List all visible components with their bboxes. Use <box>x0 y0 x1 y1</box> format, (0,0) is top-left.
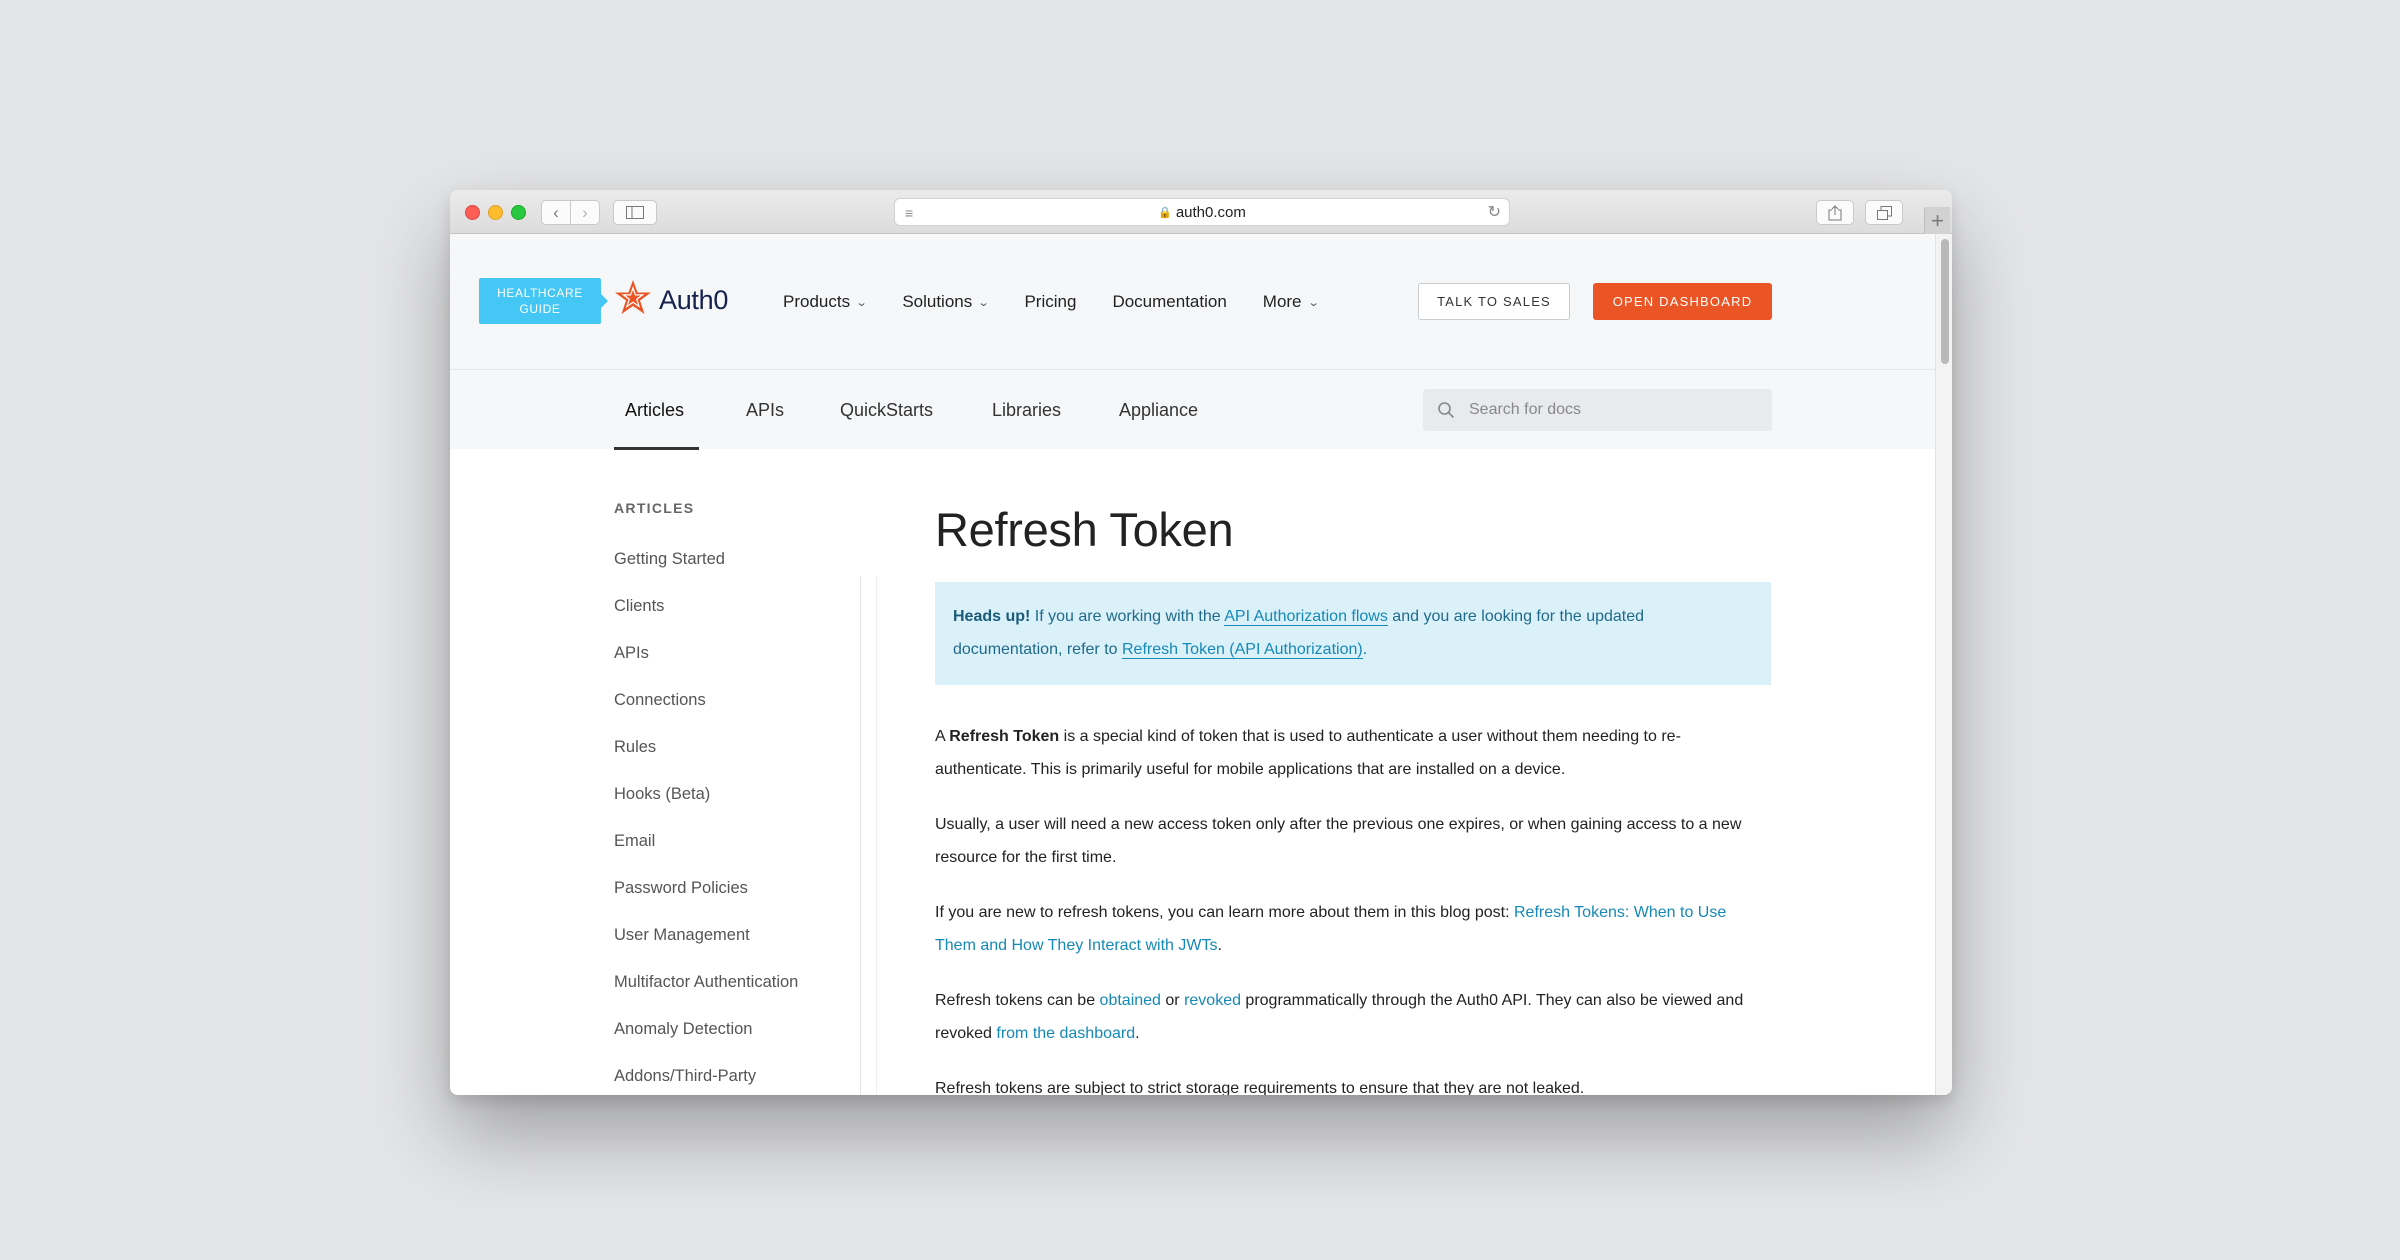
search-icon <box>1438 402 1455 419</box>
badge-line-1: HEALTHCARE <box>497 286 583 300</box>
active-tab-indicator <box>614 447 699 450</box>
chevron-left-icon: ‹ <box>553 202 559 222</box>
nav-products-label: Products <box>783 292 851 311</box>
nav-solutions[interactable]: Solutions ⌄ <box>902 292 990 312</box>
tab-libraries[interactable]: Libraries <box>992 370 1061 450</box>
lock-icon: 🔒 <box>1158 206 1172 219</box>
p1-bold: Refresh Token <box>949 728 1060 745</box>
nav-pricing[interactable]: Pricing <box>1024 292 1076 312</box>
chevron-right-icon: › <box>582 202 588 222</box>
browser-window: ‹ › ≡ 🔒 auth0.com ↻ + HEALTHCARE GUIDE A… <box>450 190 1952 1095</box>
minimize-window-button[interactable] <box>488 205 503 220</box>
revoked-link[interactable]: revoked <box>1184 992 1241 1009</box>
obtained-link[interactable]: obtained <box>1100 992 1161 1009</box>
reload-icon[interactable]: ↻ <box>1488 202 1501 222</box>
sidebar-divider <box>860 576 861 1095</box>
new-tab-button[interactable]: + <box>1924 207 1950 234</box>
badge-arrow <box>601 294 608 308</box>
sidebar-item-anomaly-detection[interactable]: Anomaly Detection <box>614 1006 798 1053</box>
browser-titlebar: ‹ › ≡ 🔒 auth0.com ↻ + <box>450 190 1952 234</box>
badge-line-2: GUIDE <box>519 302 561 316</box>
from-the-dashboard-link[interactable]: from the dashboard <box>996 1025 1135 1042</box>
tab-appliance[interactable]: Appliance <box>1119 370 1198 450</box>
docs-search-input[interactable]: Search for docs <box>1423 389 1772 431</box>
sidebar-item-getting-started[interactable]: Getting Started <box>614 536 798 583</box>
share-icon <box>1828 204 1842 220</box>
nav-more[interactable]: More ⌄ <box>1262 292 1320 312</box>
auth0-logo[interactable]: Auth0 <box>613 278 728 322</box>
open-dashboard-button[interactable]: OPEN DASHBOARD <box>1593 283 1772 320</box>
top-navigation: Products ⌄ Solutions ⌄ Pricing Documenta… <box>783 292 1354 312</box>
page-title: Refresh Token <box>935 503 1234 556</box>
maximize-window-button[interactable] <box>511 205 526 220</box>
paragraph-2: Usually, a user will need a new access t… <box>935 816 1742 866</box>
p4-text-4: . <box>1135 1024 1140 1042</box>
refresh-token-api-authorization-link[interactable]: Refresh Token (API Authorization) <box>1121 640 1363 659</box>
paragraph-1: A Refresh Token is a special kind of tok… <box>935 721 1771 786</box>
heads-up-notice: Heads up! If you are working with the AP… <box>935 582 1771 685</box>
sidebar-item-multifactor-authentication[interactable]: Multifactor Authentication <box>614 959 798 1006</box>
address-bar[interactable]: ≡ 🔒 auth0.com ↻ <box>894 198 1510 226</box>
nav-products[interactable]: Products ⌄ <box>783 292 868 312</box>
site-header: HEALTHCARE GUIDE Auth0 Products ⌄ Solutio… <box>450 234 1935 369</box>
url-text: auth0.com <box>1175 203 1246 221</box>
sidebar-item-email[interactable]: Email <box>614 818 798 865</box>
nav-solutions-label: Solutions <box>902 292 973 311</box>
sidebar-nav: Getting Started Clients APIs Connections… <box>614 536 798 1095</box>
talk-to-sales-button[interactable]: TALK TO SALES <box>1418 283 1570 320</box>
sidebar-divider-secondary <box>876 576 877 1095</box>
sidebar-item-hooks[interactable]: Hooks (Beta) <box>614 771 798 818</box>
auth0-shield-icon <box>615 280 651 314</box>
docs-subnav: Articles APIs QuickStarts Libraries Appl… <box>450 369 1935 450</box>
paragraph-4: Refresh tokens can be obtained or revoke… <box>935 985 1771 1050</box>
chevron-down-icon: ⌄ <box>855 296 868 309</box>
p4-text-2: or <box>1160 992 1185 1009</box>
sidebar-title: ARTICLES <box>614 500 695 516</box>
page-viewport: HEALTHCARE GUIDE Auth0 Products ⌄ Solutio… <box>450 234 1935 1095</box>
back-button[interactable]: ‹ <box>541 200 571 225</box>
sidebar-toggle-button[interactable] <box>613 200 657 225</box>
notice-text-1: If you are working with the <box>1030 608 1225 625</box>
show-tabs-button[interactable] <box>1865 200 1903 225</box>
logo-text: Auth0 <box>659 284 729 315</box>
search-placeholder: Search for docs <box>1469 401 1582 418</box>
share-button[interactable] <box>1816 200 1854 225</box>
p1-text-1: A <box>935 728 950 745</box>
p3-text-1: If you are new to refresh tokens, you ca… <box>935 904 1514 921</box>
nav-documentation-label: Documentation <box>1112 292 1227 311</box>
nav-pricing-label: Pricing <box>1024 292 1077 311</box>
tab-articles[interactable]: Articles <box>625 370 684 450</box>
nav-documentation[interactable]: Documentation <box>1112 292 1226 312</box>
paragraph-5: Refresh tokens are subject to strict sto… <box>935 1080 1585 1095</box>
sidebar-item-clients[interactable]: Clients <box>614 583 798 630</box>
chevron-down-icon: ⌄ <box>977 296 990 309</box>
api-authorization-flows-link[interactable]: API Authorization flows <box>1224 608 1388 626</box>
notice-text-3: . <box>1362 640 1368 658</box>
close-window-button[interactable] <box>465 205 480 220</box>
sidebar-icon <box>626 206 644 219</box>
sidebar-item-connections[interactable]: Connections <box>614 677 798 724</box>
forward-button[interactable]: › <box>570 200 600 225</box>
p3-text-2: . <box>1217 936 1222 954</box>
sidebar-item-rules[interactable]: Rules <box>614 724 798 771</box>
page-scrollbar[interactable] <box>1935 234 1952 1095</box>
sidebar-item-apis[interactable]: APIs <box>614 630 798 677</box>
sidebar-item-addons[interactable]: Addons/Third-Party <box>614 1053 798 1095</box>
plus-icon: + <box>1931 207 1944 233</box>
notice-heads-up: Heads up! <box>953 608 1031 625</box>
sidebar-item-user-management[interactable]: User Management <box>614 912 798 959</box>
scrollbar-thumb[interactable] <box>1941 239 1949 364</box>
article-content: Refresh Token Heads up! If you are worki… <box>935 502 1771 1095</box>
tab-apis[interactable]: APIs <box>746 370 784 450</box>
sidebar-item-password-policies[interactable]: Password Policies <box>614 865 798 912</box>
paragraph-3: If you are new to refresh tokens, you ca… <box>935 897 1771 962</box>
healthcare-guide-badge[interactable]: HEALTHCARE GUIDE <box>479 278 601 324</box>
reader-icon[interactable]: ≡ <box>905 205 913 221</box>
tab-quickstarts[interactable]: QuickStarts <box>840 370 933 450</box>
chevron-down-icon: ⌄ <box>1307 296 1320 309</box>
nav-more-label: More <box>1262 292 1302 311</box>
p4-text-1: Refresh tokens can be <box>935 992 1100 1009</box>
tabs-icon <box>1876 205 1892 220</box>
